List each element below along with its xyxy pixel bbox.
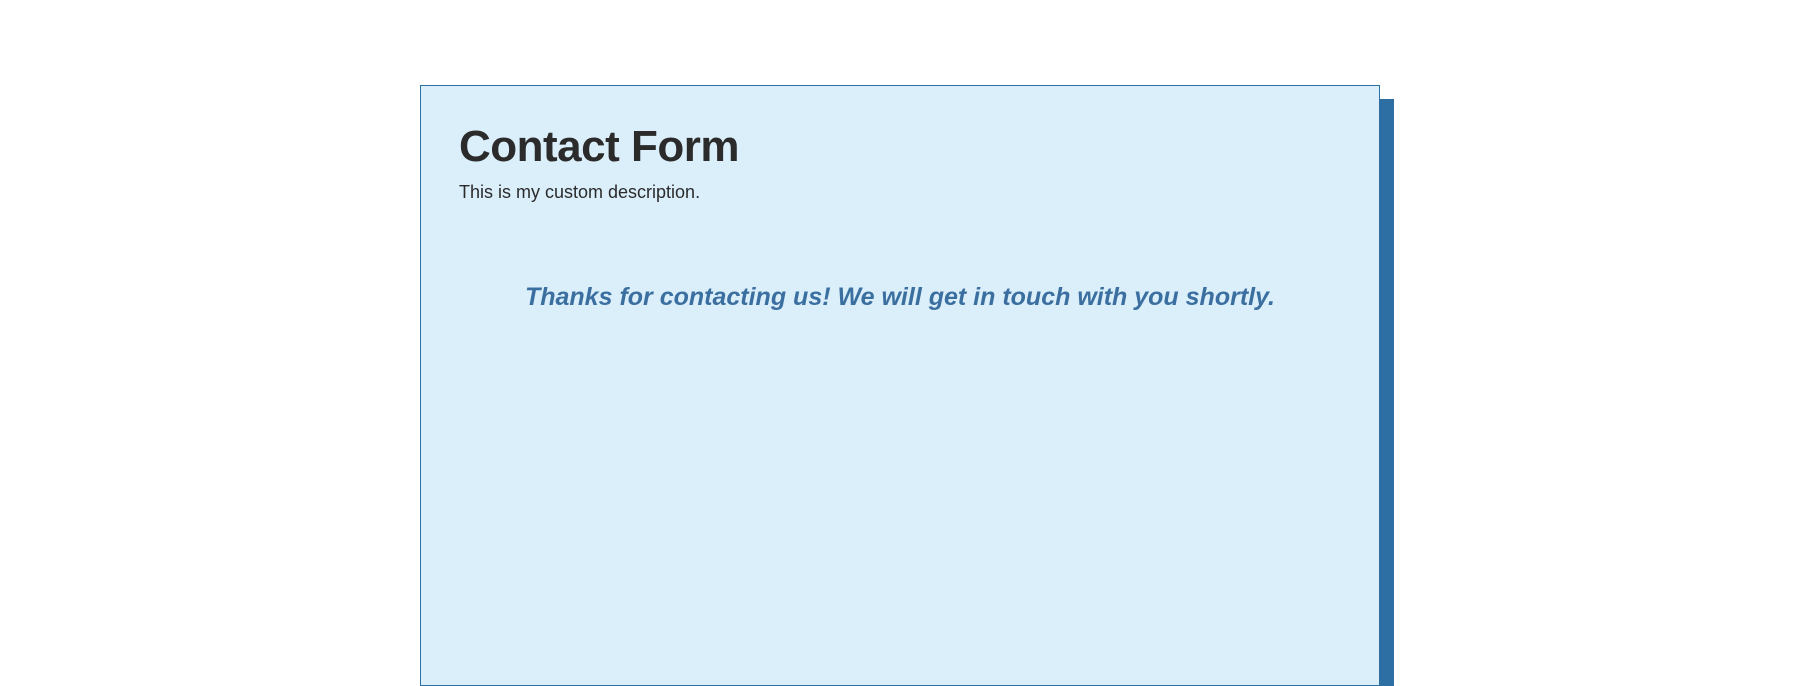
form-description: This is my custom description.: [459, 182, 1341, 203]
confirmation-message: Thanks for contacting us! We will get in…: [459, 283, 1341, 312]
contact-form-card: Contact Form This is my custom descripti…: [420, 85, 1380, 686]
form-title: Contact Form: [459, 122, 1341, 172]
